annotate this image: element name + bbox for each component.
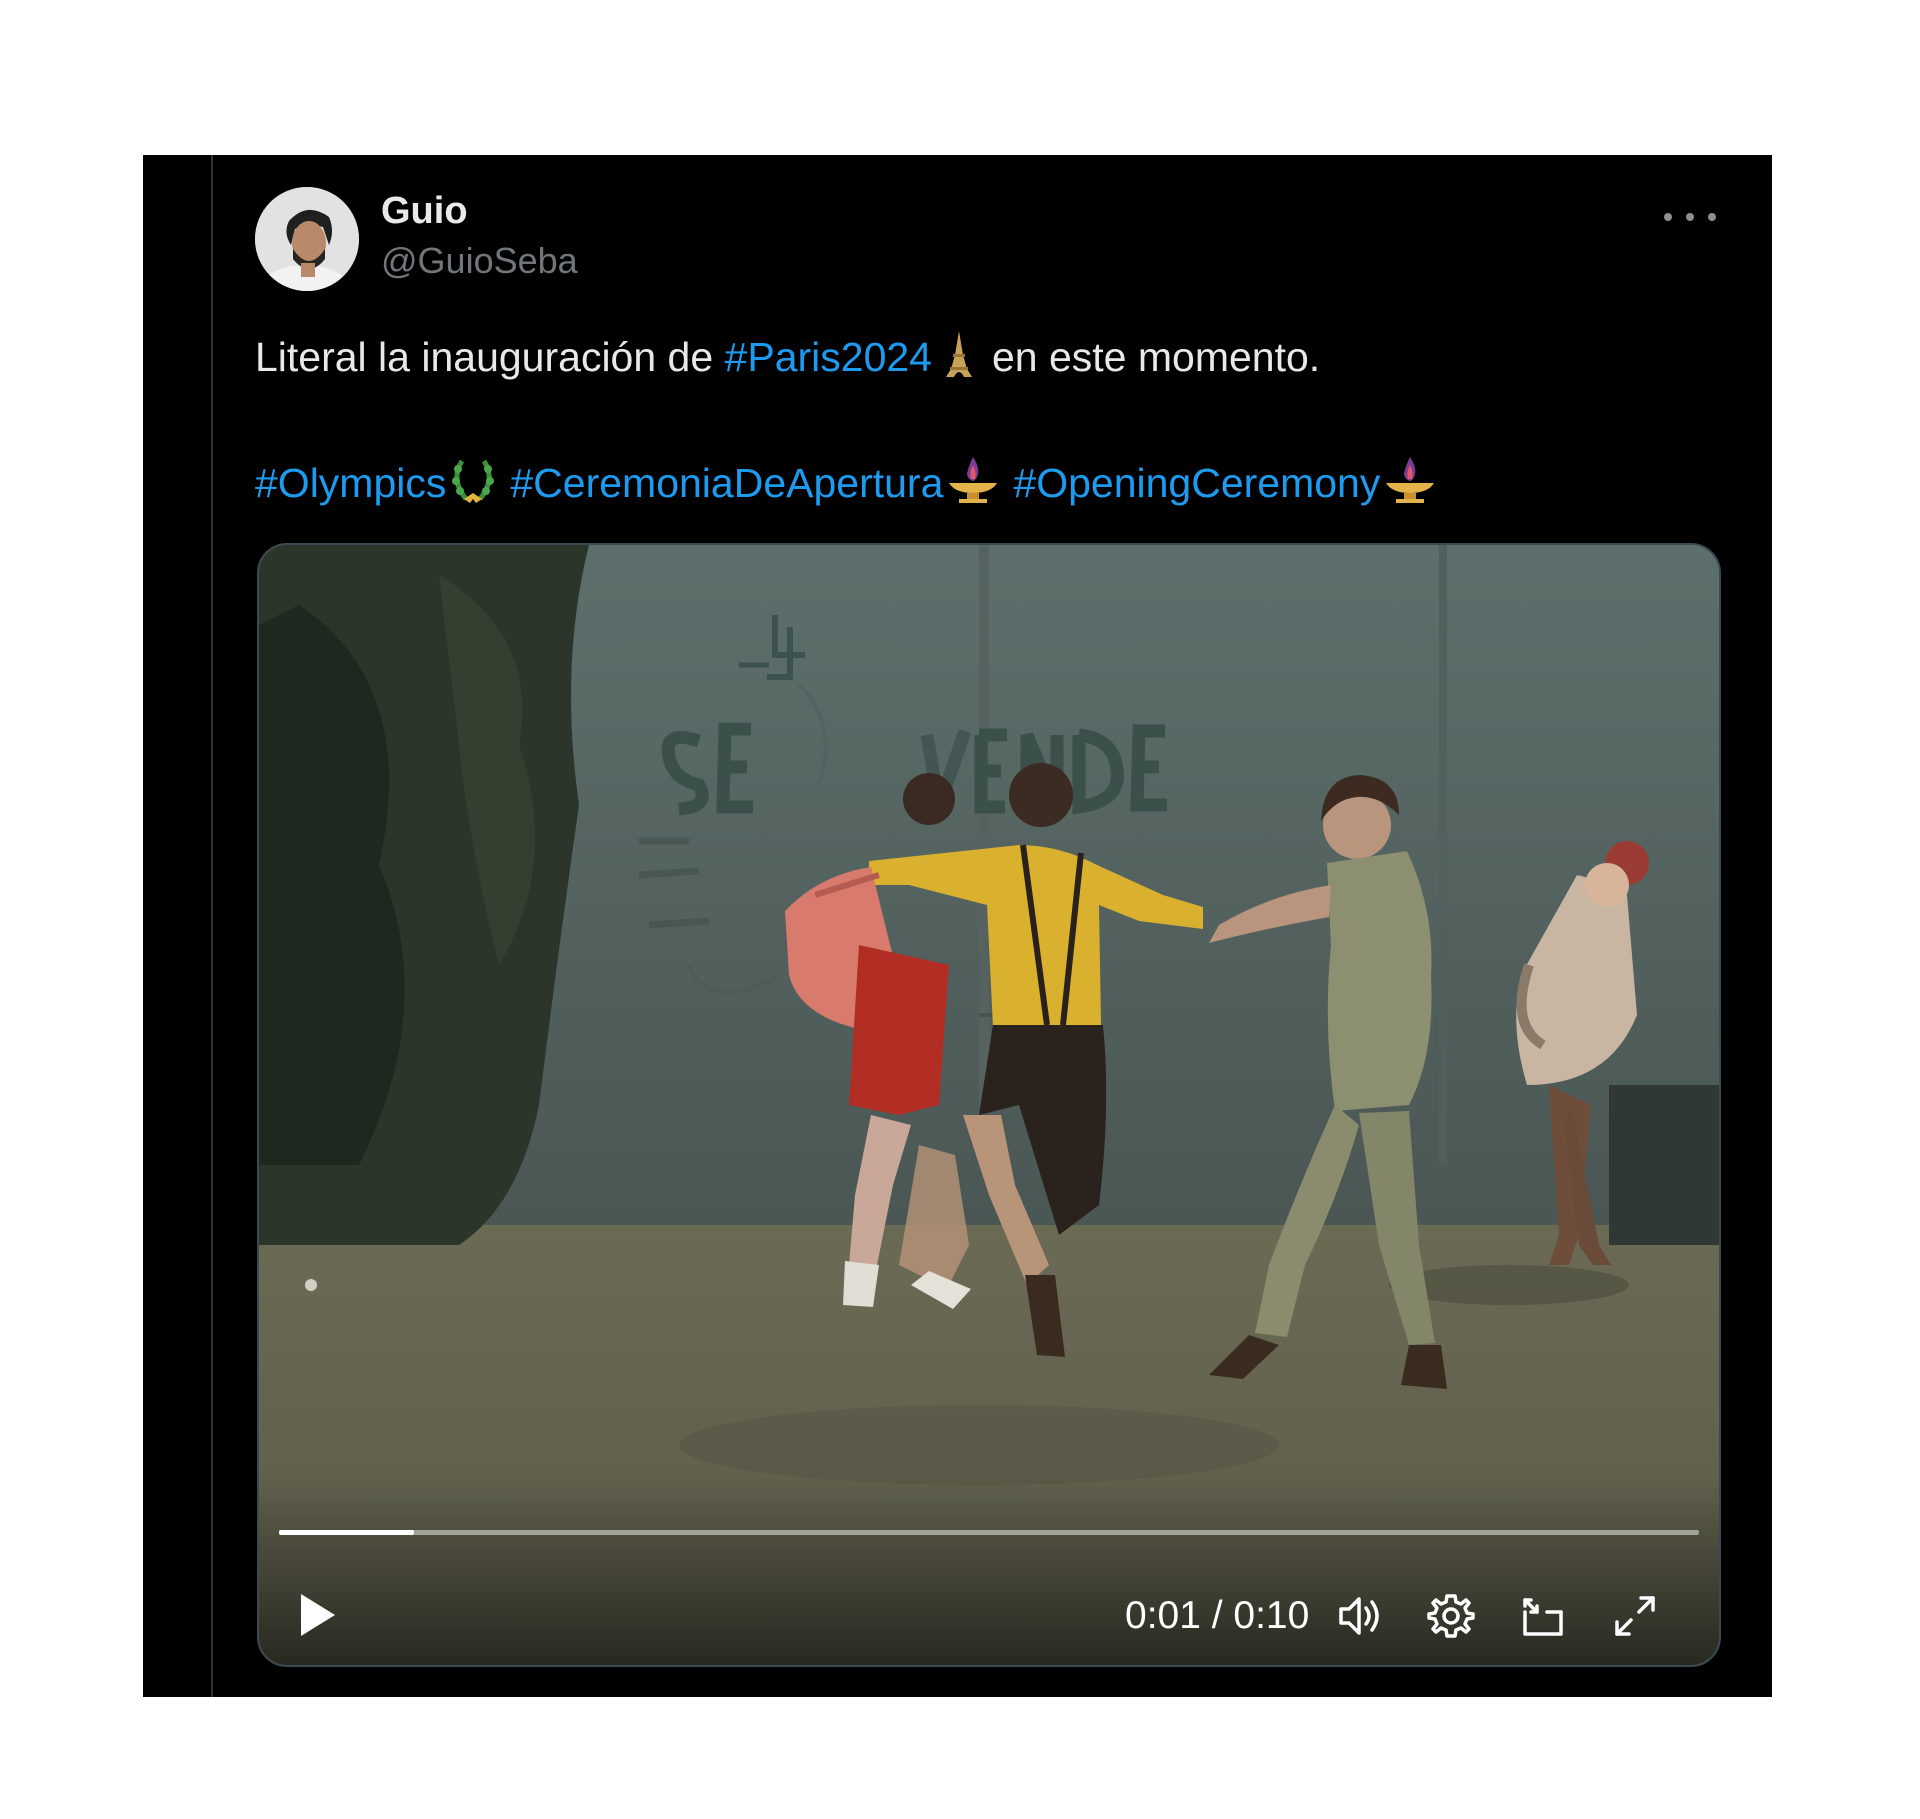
- laurel-wreath-icon: [448, 453, 498, 517]
- tweet-text-line-1: Literal la inauguración de #Paris2024 en …: [255, 329, 1320, 391]
- video-progress-bar[interactable]: [279, 1530, 1699, 1535]
- play-icon[interactable]: [295, 1590, 339, 1640]
- more-options-button[interactable]: [1664, 199, 1716, 235]
- tweet-card: Guio @GuioSeba Literal la inauguración d…: [143, 155, 1772, 1697]
- video-time-display: 0:01 / 0:10: [1125, 1594, 1310, 1637]
- torch-icon: [1382, 453, 1438, 517]
- avatar[interactable]: [255, 187, 359, 291]
- torch-icon: [945, 453, 1001, 517]
- more-dot-icon: [1664, 213, 1672, 221]
- volume-icon[interactable]: [1335, 1590, 1387, 1642]
- hashtag-paris2024[interactable]: #Paris2024: [725, 334, 932, 380]
- more-dot-icon: [1686, 213, 1694, 221]
- eiffel-tower-icon: [944, 329, 974, 391]
- tweet-text-line-2: #Olympics #CeremoniaDeApertura #OpeningCer…: [255, 453, 1440, 517]
- video-progress-fill: [279, 1530, 414, 1535]
- controls-shade: [259, 1475, 1719, 1665]
- hashtag-openingceremony[interactable]: #OpeningCeremony: [1013, 460, 1380, 506]
- pip-icon[interactable]: [1517, 1590, 1569, 1642]
- thread-divider: [211, 155, 213, 1697]
- author-handle[interactable]: @GuioSeba: [381, 239, 578, 283]
- tweet-text: en este momento.: [991, 334, 1321, 380]
- settings-icon[interactable]: [1425, 1590, 1477, 1642]
- hashtag-olympics[interactable]: #Olympics: [255, 460, 446, 506]
- author-name[interactable]: Guio: [381, 189, 468, 233]
- hashtag-ceremoniadeapertura[interactable]: #CeremoniaDeApertura: [510, 460, 943, 506]
- fullscreen-icon[interactable]: [1609, 1590, 1661, 1642]
- more-dot-icon: [1708, 213, 1716, 221]
- tweet-text: Literal la inauguración de: [255, 334, 725, 380]
- video-player[interactable]: 0:01 / 0:10: [257, 543, 1721, 1667]
